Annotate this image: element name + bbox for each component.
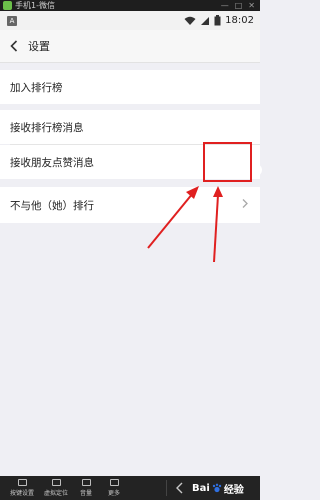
close-button[interactable]: ✕	[248, 0, 255, 11]
status-bar: A 18:02	[0, 11, 260, 30]
key-settings-button[interactable]: 按键设置	[10, 479, 34, 497]
watermark-suffix: 经验	[223, 484, 244, 496]
page-title: 设置	[28, 40, 50, 53]
chevron-left-icon	[10, 40, 18, 52]
emulator-title: 手机1-微信	[15, 1, 55, 10]
setting-label: 不与他（她）排行	[10, 199, 94, 212]
wifi-icon	[184, 16, 196, 25]
annotation-highlight-box	[203, 142, 252, 182]
more-button[interactable]: 更多	[108, 479, 120, 497]
minimize-button[interactable]: —	[221, 0, 229, 11]
maximize-button[interactable]: □	[235, 0, 243, 11]
chevron-right-icon	[242, 199, 248, 208]
nav-bar: 设置	[0, 30, 260, 63]
volume-icon	[81, 479, 91, 486]
bottom-item-label: 虚拟定位	[44, 490, 69, 497]
emulator-title-bar: 手机1-微信 — □ ✕	[0, 0, 260, 11]
setting-row-exclude-from-ranking[interactable]: 不与他（她）排行	[0, 187, 260, 223]
more-icon	[109, 479, 119, 486]
location-icon	[51, 479, 61, 486]
setting-row-join-ranking[interactable]: 加入排行榜	[0, 70, 260, 104]
paw-icon	[212, 483, 222, 493]
watermark-brand: Bai	[192, 482, 210, 494]
keyboard-icon	[17, 479, 27, 486]
bottom-divider	[166, 480, 167, 496]
setting-label: 接收朋友点赞消息	[10, 156, 94, 169]
bottom-item-label: 音量	[80, 490, 93, 497]
virtual-location-button[interactable]: 虚拟定位	[44, 479, 68, 497]
signal-icon	[201, 16, 210, 25]
bottom-item-label: 按键设置	[10, 490, 35, 497]
back-button[interactable]	[6, 40, 22, 52]
notification-badge: A	[7, 15, 17, 26]
emulator-app-icon	[3, 1, 12, 10]
volume-button[interactable]: 音量	[80, 479, 92, 497]
setting-label: 加入排行榜	[10, 81, 63, 94]
watermark-logo: Bai 经验	[192, 479, 258, 497]
status-time: 18:02	[225, 15, 254, 26]
setting-label: 接收排行榜消息	[10, 121, 84, 134]
setting-row-ranking-messages[interactable]: 接收排行榜消息	[0, 110, 260, 144]
battery-icon	[214, 15, 221, 26]
android-back-icon[interactable]	[176, 482, 183, 494]
bottom-item-label: 更多	[108, 490, 121, 497]
